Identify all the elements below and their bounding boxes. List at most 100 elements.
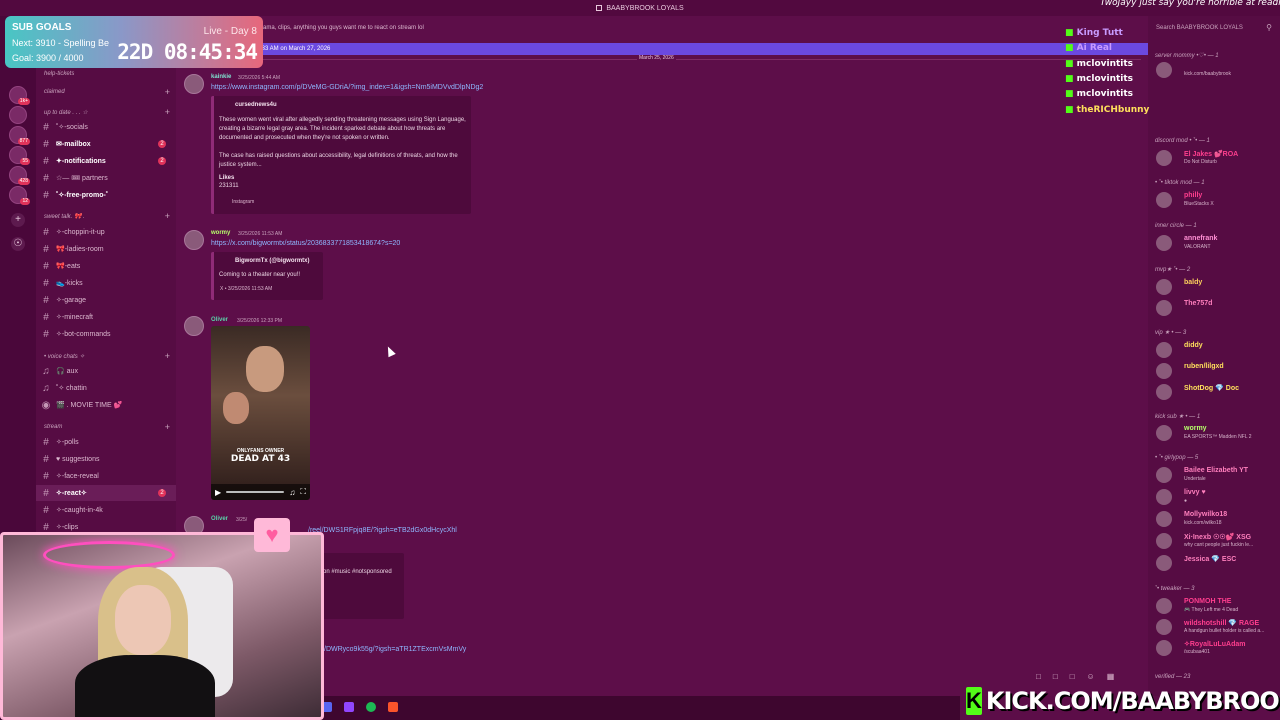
add-channel-icon[interactable]: + (165, 351, 170, 361)
message-author[interactable]: kainkie (211, 74, 231, 80)
member-item[interactable]: Mollywilko18 kick.com/wilko18 (1154, 508, 1278, 528)
add-channel-icon[interactable]: + (165, 211, 170, 221)
member-item[interactable]: livvy ♥ ● (1154, 486, 1278, 506)
gift-icon[interactable]: □ (1036, 672, 1041, 681)
channel-garage[interactable]: # ✧-garage (36, 292, 176, 308)
add-channel-icon[interactable]: + (165, 422, 170, 432)
member-item[interactable]: philly BlueStacks X (1154, 189, 1278, 209)
message-author[interactable]: Oliver (211, 317, 228, 323)
server-icon-3[interactable]: 877 (9, 126, 30, 145)
add-server-icon[interactable]: + (11, 213, 25, 227)
neon-sign (43, 541, 175, 569)
brave-taskbar-icon[interactable] (388, 702, 398, 712)
spotify-taskbar-icon[interactable] (366, 702, 376, 712)
channel-choppin-it-up[interactable]: # ✧-choppin-it-up (36, 224, 176, 240)
server-icon-4[interactable]: 55 (9, 146, 30, 165)
message-link[interactable]: https://www.instagram.com/p/DVeMG-GDriA/… (211, 84, 483, 91)
hash-icon: # (43, 226, 49, 238)
member-item[interactable]: Xi‧Inexb ☉☉💕 XSG why cant people just fuc… (1154, 530, 1278, 550)
add-channel-icon[interactable]: + (165, 107, 170, 117)
channel-face-reveal[interactable]: # ✧-face-reveal (36, 468, 176, 484)
avatar (1156, 640, 1172, 656)
mention-badge: 2 (158, 140, 166, 148)
server-icon-5[interactable]: 428 (9, 166, 30, 185)
member-item[interactable]: PONMOH THE 🎮 They Left me 4 Dead (1154, 595, 1278, 615)
channel-free-promo[interactable]: # ˚✧-free-promo-˚ (36, 187, 176, 203)
add-channel-icon[interactable]: + (165, 87, 170, 97)
embed-footer: X • 3/25/2026 11:53 AM (220, 286, 273, 292)
channel-caught-in-4k[interactable]: # ✧-caught-in-4k (36, 502, 176, 518)
member-item[interactable]: annefrank VALORANT (1154, 232, 1278, 252)
message-author[interactable]: wormy (211, 230, 230, 236)
member-item[interactable]: wildshotshill 💎 RAGE A handgun bullet hol… (1154, 616, 1278, 636)
member-item[interactable]: baldy (1154, 276, 1278, 296)
channel-eats[interactable]: # 🎀-eats (36, 258, 176, 274)
embed-author[interactable]: BigwormTx (@bigwormtx) (235, 258, 310, 264)
member-item[interactable]: The757d (1154, 297, 1278, 317)
video-progress-bar[interactable] (226, 491, 285, 493)
channel-kicks[interactable]: # 👟-kicks (36, 275, 176, 291)
video-attachment[interactable]: ONLYFANS OWNER DEAD AT 43 ▶ ♫ ⛶ (211, 326, 310, 500)
channel-mailbox[interactable]: # ✉-mailbox 2 (36, 136, 176, 152)
member-item[interactable]: ShotDog 💎 Doc (1154, 381, 1278, 401)
avatar[interactable] (184, 230, 204, 250)
channel-help-tickets[interactable]: help-tickets (44, 68, 170, 80)
member-item[interactable]: wormy EA SPORTS™ Madden NFL 2 (1154, 422, 1278, 442)
gif-icon[interactable]: □ (1053, 672, 1058, 681)
server-icon-6[interactable]: 12 (9, 186, 30, 205)
server-icon-1[interactable]: 1k+ (9, 86, 30, 105)
channel-suggestions[interactable]: # ♥ suggestions (36, 451, 176, 467)
chat-user: mclovintits (1076, 74, 1134, 84)
chat-username: ■ mclovintits (1065, 89, 1133, 99)
member-name: ShotDog 💎 Doc (1184, 385, 1239, 392)
twitch-taskbar-icon[interactable] (344, 702, 354, 712)
voice-channel-chattin[interactable]: ♫ ˚✧ chattin (36, 380, 176, 396)
avatar (1156, 384, 1172, 400)
message-link[interactable]: /DWRyco9k55g/?igsh=aTR1ZTExcmVsMmVy (324, 646, 466, 653)
channel-partners[interactable]: # ☆— 🎟 partners (36, 170, 176, 186)
channel-minecraft[interactable]: # ✧-minecraft (36, 309, 176, 325)
kick-logo-icon: K (966, 687, 982, 715)
hash-icon: # (43, 294, 49, 306)
category-sweet-talk[interactable]: sweet talk. 🎀 . + (44, 210, 170, 222)
embed-author[interactable]: cursednews4u (235, 102, 277, 108)
member-name: wildshotshill 💎 RAGE (1184, 620, 1260, 627)
member-item[interactable]: Jessica 💎 ESC (1154, 552, 1278, 572)
fullscreen-icon[interactable]: ⛶ (300, 487, 306, 497)
video-caption-big: DEAD AT 43 (230, 454, 291, 464)
discover-icon[interactable]: ☉ (11, 237, 25, 251)
channel-react-selected[interactable]: # ✧-react✧ 2 (36, 485, 176, 501)
member-item[interactable]: ruben/lilgxd (1154, 360, 1278, 380)
sticker-icon[interactable]: □ (1070, 672, 1075, 681)
server-icon-2[interactable] (9, 106, 27, 124)
kick-badge-icon: ■ (1065, 89, 1077, 99)
hash-icon: # (43, 121, 49, 133)
channel-socials[interactable]: # ˚✧-socials (36, 119, 176, 135)
category-up-to-date[interactable]: up to date . . . ☆ + (44, 106, 170, 118)
member-name: annefrank (1184, 235, 1218, 242)
avatar[interactable] (184, 74, 204, 94)
stage-channel-movie-time[interactable]: ◉ 🎬 . MOVIE TIME 💕 (36, 397, 176, 413)
member-status: kick.com/wilko18 (1184, 520, 1222, 526)
channel-polls[interactable]: # ✧-polls (36, 434, 176, 450)
play-icon[interactable]: ▶ (215, 488, 221, 497)
member-item[interactable]: El Jakes 💕ROA Do Not Disturb (1154, 147, 1278, 167)
apps-icon[interactable]: ▦ (1107, 672, 1115, 681)
channel-bot-commands[interactable]: # ✧-bot-commands (36, 326, 176, 342)
member-item[interactable]: Bailee Elizabeth YT Undertale (1154, 464, 1278, 484)
avatar[interactable] (184, 316, 204, 336)
message-author[interactable]: Oliver (211, 516, 228, 522)
message-link[interactable]: /reel/DWS1RFpjq8E/?igsh=eTB2dGx0dHcycXhl (308, 527, 457, 534)
jump-to-present-bar[interactable]: :33 AM on March 27, 2026 (176, 43, 1148, 55)
emoji-icon[interactable]: ☺ (1087, 672, 1095, 681)
channel-ladies-room[interactable]: # 🎀-ladies-room (36, 241, 176, 257)
channel-notifications[interactable]: # ✦-notifications 2 (36, 153, 176, 169)
message-link[interactable]: https://x.com/bigwormtx/status/203683377… (211, 240, 400, 247)
member-item[interactable]: diddy (1154, 339, 1278, 359)
voice-channel-aux[interactable]: ♫ 🎧 aux (36, 363, 176, 379)
volume-icon[interactable]: ♫ (289, 488, 295, 497)
category-stream[interactable]: stream + (44, 421, 170, 433)
category-voice-chats[interactable]: • voice chats ✧ + (44, 350, 170, 362)
member-item[interactable]: ✧RoyalLuLuAdam/scubaa401 (1154, 637, 1278, 657)
claimed-category[interactable]: claimed + (44, 86, 170, 98)
